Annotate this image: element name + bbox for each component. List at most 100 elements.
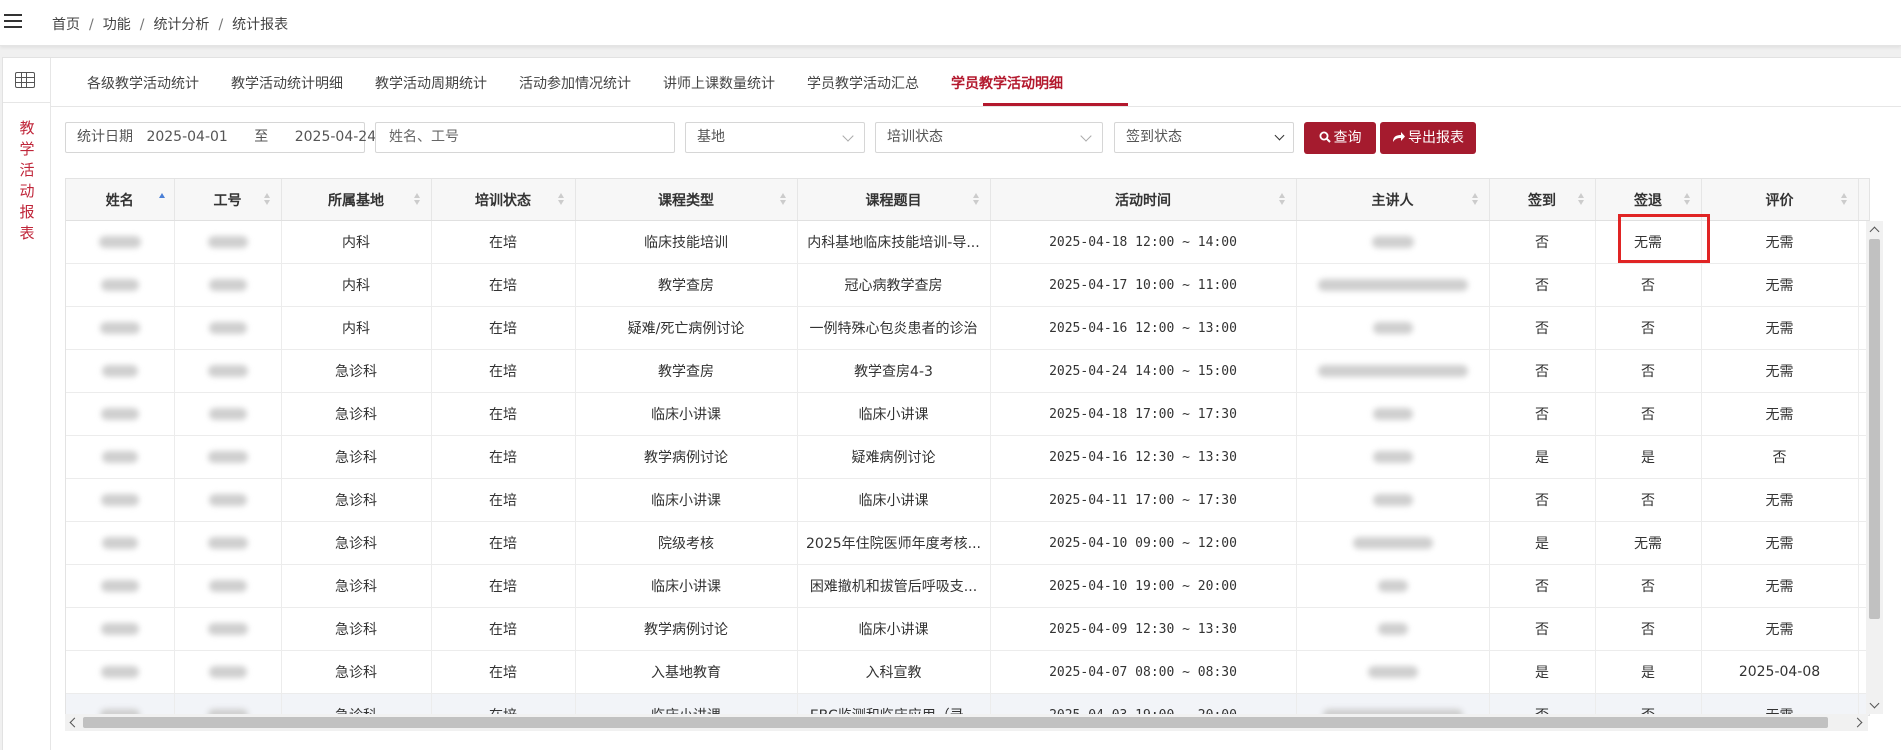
cell-activity-time: 2025-04-09 12:30 ~ 13:30 (990, 607, 1297, 651)
cell-signout: 否 (1595, 306, 1702, 350)
column-header-lecturer[interactable]: 主讲人 (1296, 179, 1490, 221)
redacted-text (1372, 451, 1413, 463)
sort-icon[interactable] (413, 193, 421, 205)
table-row[interactable]: 急诊科 在培 教学查房 教学查房4-3 2025-04-24 14:00 ~ 15:00… (66, 349, 1869, 393)
tab-participation-stats[interactable]: 活动参加情况统计 (519, 73, 631, 93)
vertical-scrollbar[interactable] (1866, 221, 1883, 714)
table-row[interactable]: 内科 在培 疑难/死亡病例讨论 一例特殊心包炎患者的诊治 2025-04-16 12:0… (66, 306, 1869, 350)
table-row[interactable]: 急诊科 在培 入基地教育 入科宣教 2025-04-07 08:00 ~ 08:30 是是… (66, 650, 1869, 694)
scroll-right-icon[interactable] (1852, 717, 1863, 728)
table-row[interactable]: 急诊科 在培 教学病例讨论 临床小讲课 2025-04-09 12:30 ~ 13:30… (66, 607, 1869, 651)
breadcrumb-home[interactable]: 首页 (52, 17, 80, 33)
cell-name (66, 263, 175, 307)
table-row[interactable]: 急诊科 在培 教学病例讨论 疑难病例讨论 2025-04-16 12:30 ~ 13:3… (66, 435, 1869, 479)
cell-training-status: 在培 (431, 650, 576, 694)
sort-icon[interactable] (1471, 193, 1479, 205)
cell-course-topic: 一例特殊心包炎患者的诊治 (797, 306, 991, 350)
tab-trainee-activity-detail[interactable]: 学员教学活动明细 (951, 73, 1063, 93)
redacted-text (208, 279, 247, 291)
vertical-scroll-thumb[interactable] (1869, 239, 1880, 619)
column-header-activity-time[interactable]: 活动时间 (990, 179, 1297, 221)
table-row[interactable]: 急诊科 在培 临床小讲课 临床小讲课 2025-04-18 17:00 ~ 17:30 否… (66, 392, 1869, 436)
cell-activity-time: 2025-04-16 12:00 ~ 13:00 (990, 306, 1297, 350)
base-select[interactable]: 基地 (685, 122, 865, 153)
breadcrumb: 首页 / 功能 / 统计分析 / 统计报表 (52, 17, 289, 33)
redacted-text (208, 494, 247, 506)
sort-ascending-icon[interactable] (158, 193, 166, 205)
table-row[interactable]: 内科 在培 临床技能培训 内科基地临床技能培训-导... 2025-04-18 12:0… (66, 220, 1869, 264)
column-header-label: 所属基地 (328, 192, 384, 209)
horizontal-scrollbar[interactable] (65, 714, 1868, 731)
export-button[interactable]: 导出报表 (1380, 122, 1476, 154)
scroll-down-icon[interactable] (1869, 698, 1880, 709)
cell-lecturer (1296, 650, 1490, 694)
cell-id (174, 650, 282, 694)
table-row[interactable]: 急诊科 在培 院级考核 2025年住院医师年度考核... 2025-04-10 09:0… (66, 521, 1869, 565)
date-start[interactable]: 2025-04-01 (146, 129, 227, 145)
scroll-up-icon[interactable] (1869, 226, 1880, 237)
cell-course-type: 教学病例讨论 (575, 607, 798, 651)
column-header-course-type[interactable]: 课程类型 (575, 179, 798, 221)
scroll-left-icon[interactable] (69, 717, 80, 728)
column-header-course-topic[interactable]: 课程题目 (797, 179, 991, 221)
sort-icon[interactable] (557, 193, 565, 205)
tab-activity-period-stats[interactable]: 教学活动周期统计 (375, 73, 487, 93)
redacted-text (207, 623, 248, 635)
signin-status-select[interactable]: 签到状态 (1114, 122, 1294, 153)
table-row[interactable]: 内科 在培 教学查房 冠心病教学查房 2025-04-17 10:00 ~ 11:00 否… (66, 263, 1869, 307)
menu-toggle-icon[interactable] (4, 14, 22, 28)
sort-icon[interactable] (1577, 193, 1585, 205)
cell-signout: 否 (1595, 263, 1702, 307)
redacted-text (1372, 408, 1413, 420)
sidebar-title-char: 学 (19, 140, 35, 158)
tab-trainee-activity-summary[interactable]: 学员教学活动汇总 (807, 73, 919, 93)
cell-training-status: 在培 (431, 478, 576, 522)
cell-base: 内科 (281, 263, 432, 307)
tab-level-activity-stats[interactable]: 各级教学活动统计 (87, 73, 199, 93)
cell-course-type: 临床小讲课 (575, 564, 798, 608)
breadcrumb-function[interactable]: 功能 (103, 17, 131, 33)
sort-icon[interactable] (263, 193, 271, 205)
sort-icon[interactable] (1683, 193, 1691, 205)
sort-icon[interactable] (1278, 193, 1286, 205)
horizontal-scroll-thumb[interactable] (83, 717, 1828, 728)
report-tabs: 各级教学活动统计 教学活动统计明细 教学活动周期统计 活动参加情况统计 讲师上课… (51, 58, 1901, 107)
column-header-evaluation[interactable]: 评价 (1701, 179, 1859, 221)
cell-base: 急诊科 (281, 650, 432, 694)
sort-icon[interactable] (1840, 193, 1848, 205)
training-status-select[interactable]: 培训状态 (875, 122, 1103, 153)
cell-base: 急诊科 (281, 478, 432, 522)
redacted-text (101, 365, 138, 377)
breadcrumb-statistics[interactable]: 统计分析 (153, 17, 209, 33)
redacted-text (100, 279, 139, 291)
table-row[interactable]: 急诊科 在培 临床小讲课 EBC监测和临床应用（录... 2025-04-03 19:0… (66, 693, 1869, 715)
redacted-text (1317, 279, 1468, 291)
cell-signout: 否 (1595, 478, 1702, 522)
cell-name (66, 607, 175, 651)
sort-icon[interactable] (972, 193, 980, 205)
tab-lecturer-class-stats[interactable]: 讲师上课数量统计 (663, 73, 775, 93)
table-icon[interactable] (15, 72, 35, 88)
column-header-base[interactable]: 所属基地 (281, 179, 432, 221)
date-end[interactable]: 2025-04-24 (295, 129, 376, 145)
redacted-text (100, 408, 139, 420)
name-search-input[interactable] (387, 128, 651, 146)
query-button[interactable]: 查询 (1304, 122, 1376, 154)
redacted-text (100, 494, 139, 506)
sidebar-title-char: 动 (19, 182, 35, 200)
table-row[interactable]: 急诊科 在培 临床小讲课 临床小讲课 2025-04-11 17:00 ~ 17:30 否… (66, 478, 1869, 522)
sort-icon[interactable] (779, 193, 787, 205)
column-header-signin[interactable]: 签到 (1489, 179, 1596, 221)
column-header-training-status[interactable]: 培训状态 (431, 179, 576, 221)
cell-course-type: 临床技能培训 (575, 220, 798, 264)
table-row[interactable]: 急诊科 在培 临床小讲课 困难撤机和拔管后呼吸支... 2025-04-10 19:00… (66, 564, 1869, 608)
tab-activity-detail-stats[interactable]: 教学活动统计明细 (231, 73, 343, 93)
name-search-field[interactable] (375, 122, 675, 153)
column-header-name[interactable]: 姓名 (66, 179, 175, 221)
cell-signin: 否 (1489, 693, 1596, 715)
column-header-id[interactable]: 工号 (174, 179, 282, 221)
cell-id (174, 392, 282, 436)
date-range-field[interactable]: 统计日期 2025-04-01 至 2025-04-24 (65, 122, 376, 153)
cell-id (174, 607, 282, 651)
cell-course-topic: 教学查房4-3 (797, 349, 991, 393)
